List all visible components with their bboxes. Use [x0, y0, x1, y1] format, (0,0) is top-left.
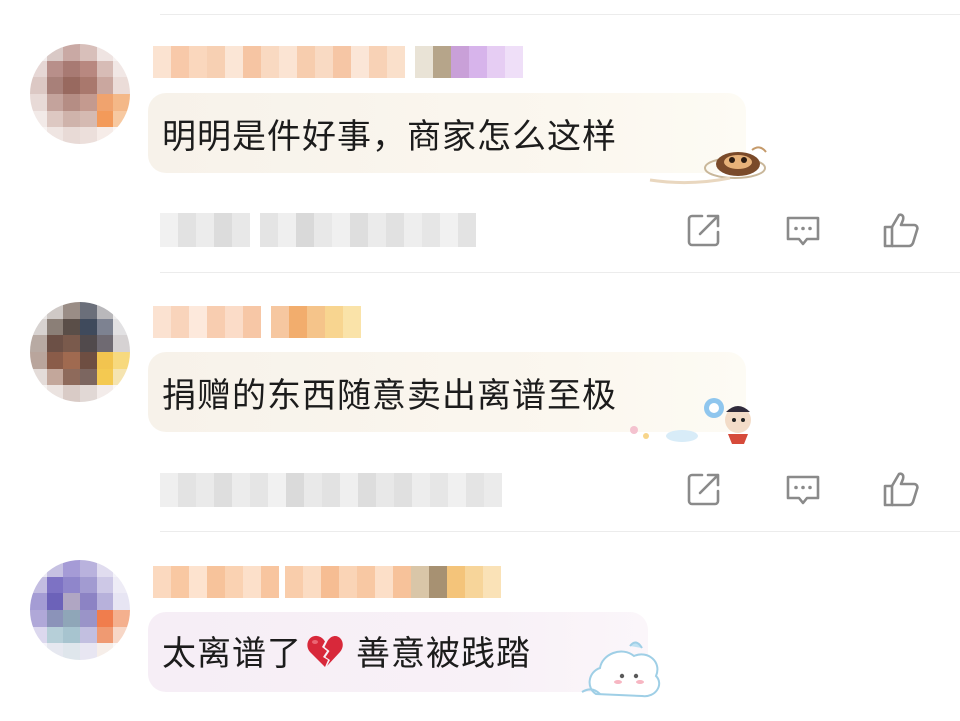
comment-text-part: 善意被践踏	[356, 634, 531, 674]
like-button[interactable]	[879, 208, 923, 252]
username[interactable]	[153, 306, 361, 338]
username[interactable]	[153, 46, 523, 78]
comment-text: 捐赠的东西随意卖出离谱至极	[162, 375, 617, 416]
share-icon	[687, 473, 720, 506]
bubble-decoration-sticker	[630, 398, 751, 444]
divider	[160, 531, 960, 532]
share-icon	[687, 214, 720, 247]
share-button[interactable]	[682, 208, 726, 252]
username[interactable]	[153, 566, 501, 598]
comment-actions	[0, 208, 960, 252]
divider	[160, 14, 960, 15]
reply-button[interactable]	[781, 208, 825, 252]
comment-actions	[0, 467, 960, 511]
avatar[interactable]	[30, 302, 130, 402]
comment-text-part: 太离谱了	[162, 634, 302, 674]
bubble-decoration-sticker	[581, 641, 661, 698]
broken-heart-emoji	[306, 633, 344, 678]
avatar[interactable]	[30, 560, 130, 660]
avatar[interactable]	[30, 44, 130, 144]
like-button[interactable]	[879, 467, 923, 511]
comment-feed: 明明是件好事，商家怎么这样 捐赠的东西随意卖出离谱至极 太离谱了 善意被践踏	[0, 0, 960, 721]
like-icon	[883, 472, 919, 507]
reply-icon	[786, 216, 820, 246]
share-button[interactable]	[682, 467, 726, 511]
comment-text: 明明是件好事，商家怎么这样	[162, 116, 617, 157]
like-icon	[883, 213, 919, 248]
bubble-decoration-sticker	[649, 146, 767, 185]
broken-heart-icon	[307, 635, 343, 667]
comment-text: 太离谱了 善意被践踏	[162, 626, 531, 678]
divider	[160, 272, 960, 273]
reply-icon	[786, 475, 820, 505]
comment-bubble: 太离谱了 善意被践踏	[148, 612, 648, 692]
reply-button[interactable]	[781, 467, 825, 511]
